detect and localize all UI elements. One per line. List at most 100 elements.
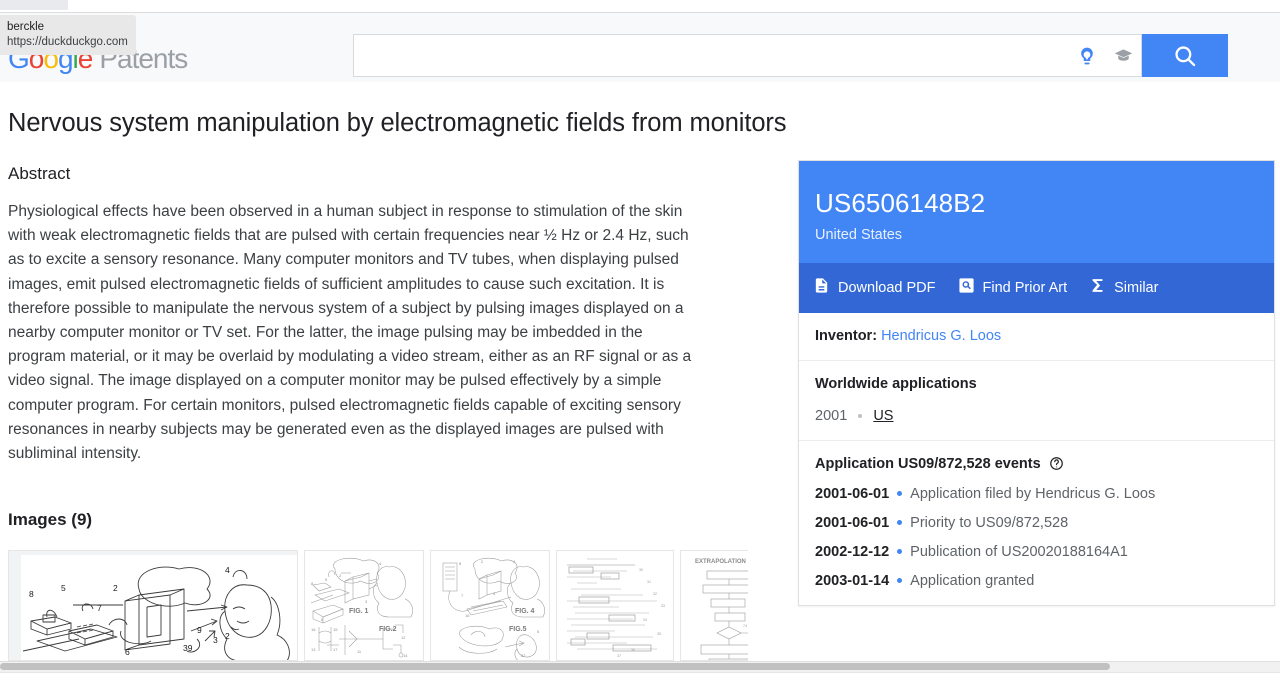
svg-text:37: 37 (617, 654, 621, 658)
download-pdf-button[interactable]: Download PDF (813, 277, 936, 298)
worldwide-row: 2001 US (815, 408, 1258, 424)
inventor-link[interactable]: Hendricus G. Loos (881, 328, 1001, 344)
lightbulb-icon[interactable] (1069, 35, 1105, 76)
svg-text:6: 6 (125, 647, 130, 657)
image-thumbnail-strip[interactable]: 8 5 2 4 7 6 39 3 2 9 8 5 2 4 6 3 16 15 1… (8, 550, 748, 661)
inventor-label: Inventor: (815, 327, 878, 344)
event-description: Application filed by Hendricus G. Loos (910, 485, 1156, 502)
worldwide-applications-section: Worldwide applications 2001 US (799, 361, 1274, 441)
thumbnail-figures-1-and-2-sheet[interactable]: 852 463 16 15 13 17 11 14 12 FIG. 1 FIG.2 (304, 550, 424, 661)
svg-text:3: 3 (365, 599, 368, 604)
publication-country: United States (815, 226, 903, 243)
search-button[interactable] (1142, 34, 1228, 77)
svg-text:2: 2 (113, 583, 118, 593)
thumbnail-extrapolation-flowchart-sheet[interactable]: EXTRAPOLATION 74 (680, 550, 748, 661)
graduation-cap-icon[interactable] (1105, 35, 1141, 76)
card-header: US6506148B2 United States (799, 161, 1274, 263)
svg-text:11: 11 (357, 649, 362, 654)
svg-text:74: 74 (743, 624, 747, 628)
inventor-row: Inventor: Hendricus G. Loos (815, 328, 1258, 344)
find-prior-art-button[interactable]: Find Prior Art (958, 277, 1067, 298)
svg-text:16: 16 (311, 627, 316, 632)
pdf-document-icon (813, 277, 830, 298)
bullet-dot-icon (897, 577, 903, 583)
thumbnail-code-listing-sheet[interactable]: 30 31 32 33 34 35 36 37 (556, 550, 674, 661)
event-row: 2002-12-12 Publication of US20020188164A… (815, 544, 1258, 560)
publication-number: US6506148B2 (815, 188, 986, 218)
event-date: 2002-12-12 (815, 543, 890, 560)
search-input[interactable] (354, 35, 1069, 76)
horizontal-scrollbar-thumb[interactable] (0, 663, 1110, 670)
event-row: 2003-01-14 Application granted (815, 573, 1258, 589)
svg-text:4: 4 (379, 561, 382, 566)
fig4-caption: FIG. 4 (515, 608, 535, 615)
svg-text:36: 36 (631, 648, 635, 652)
search-bar (353, 34, 1142, 77)
svg-text:22: 22 (521, 653, 526, 658)
svg-text:13: 13 (311, 647, 316, 652)
event-date: 2001-06-01 (815, 485, 890, 502)
card-action-bar: Download PDF Find Prior Art Similar (799, 262, 1274, 313)
svg-text:14: 14 (403, 653, 408, 658)
svg-text:5: 5 (325, 577, 328, 582)
screen-root: Google Patents berckle https://duckduckg… (0, 0, 1280, 681)
download-pdf-label: Download PDF (838, 279, 936, 296)
patent-info-card: US6506148B2 United States Download PDF F… (798, 160, 1275, 606)
page-title: Nervous system manipulation by electroma… (8, 109, 787, 137)
sigma-similar-icon (1089, 277, 1106, 298)
svg-text:5: 5 (61, 583, 66, 593)
svg-text:39: 39 (183, 643, 193, 653)
svg-text:7: 7 (461, 593, 464, 598)
svg-text:2: 2 (225, 631, 230, 641)
svg-text:34: 34 (643, 618, 647, 622)
page-content: Nervous system manipulation by electroma… (0, 82, 1280, 661)
svg-text:30: 30 (639, 568, 643, 572)
svg-text:16: 16 (465, 613, 470, 618)
fig5-caption: FIG.5 (509, 626, 527, 633)
svg-text:3: 3 (213, 635, 218, 645)
abstract-text: Physiological effects have been observed… (8, 203, 692, 463)
bullet-dot-icon (897, 548, 903, 554)
browser-tab-strip (0, 0, 1280, 12)
images-heading: Images (9) (8, 510, 93, 529)
svg-text:3: 3 (493, 591, 496, 596)
taskbar (0, 672, 1280, 681)
browser-tab[interactable] (0, 0, 68, 10)
svg-text:35: 35 (657, 632, 661, 636)
application-events-section: Application US09/872,528 events 2001-06-… (799, 441, 1274, 605)
svg-text:12: 12 (401, 635, 406, 640)
svg-text:31: 31 (647, 580, 651, 584)
abstract-heading: Abstract (8, 164, 71, 183)
worldwide-country-link[interactable]: US (873, 408, 893, 424)
svg-text:7: 7 (97, 603, 102, 613)
svg-text:32: 32 (653, 592, 657, 596)
event-date: 2001-06-01 (815, 514, 890, 531)
event-description: Publication of US20020188164A1 (910, 543, 1128, 560)
inventor-section: Inventor: Hendricus G. Loos (799, 313, 1274, 361)
help-circle-icon[interactable] (1049, 456, 1064, 471)
event-row: 2001-06-01 Application filed by Hendricu… (815, 486, 1258, 502)
thumbnail-figures-4-and-5-sheet[interactable]: 824 16 3 5 22 7 FIG. 4 FIG.5 (430, 550, 550, 661)
similar-button[interactable]: Similar (1089, 277, 1158, 298)
event-description: Application granted (910, 572, 1035, 589)
svg-text:8: 8 (29, 589, 34, 599)
bullet-dot-icon (897, 490, 903, 496)
svg-text:4: 4 (225, 565, 230, 575)
worldwide-year: 2001 (815, 407, 848, 424)
svg-text:2: 2 (481, 559, 484, 564)
application-events-heading: Application US09/872,528 events (815, 456, 1258, 472)
svg-text:9: 9 (197, 625, 202, 635)
svg-text:5: 5 (537, 629, 540, 634)
svg-text:17: 17 (333, 647, 338, 652)
fig2-caption: FIG.2 (379, 626, 397, 633)
thumbnail-figure-1-monitor-and-subject[interactable]: 8 5 2 4 7 6 39 3 2 9 (8, 550, 298, 661)
tooltip-url: https://duckduckgo.com (7, 35, 128, 48)
left-column: Abstract Physiological effects have been… (8, 164, 708, 466)
event-row: 2001-06-01 Priority to US09/872,528 (815, 515, 1258, 531)
application-events-heading-text: Application US09/872,528 events (815, 455, 1041, 472)
extrapolation-caption: EXTRAPOLATION (695, 559, 746, 565)
link-hover-tooltip: berckle https://duckduckgo.com (0, 15, 136, 56)
svg-text:2: 2 (339, 573, 342, 578)
site-header: Google Patents (0, 13, 1280, 83)
svg-text:8: 8 (459, 561, 462, 566)
